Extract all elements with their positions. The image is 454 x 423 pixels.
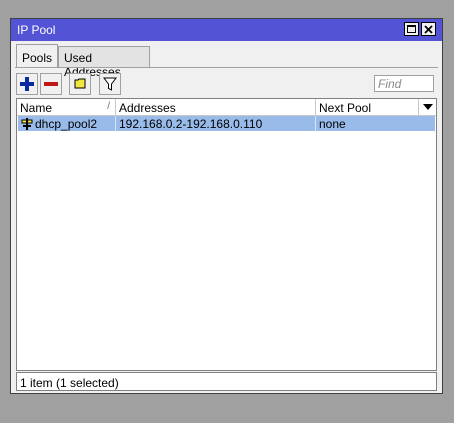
column-name-label: Name (20, 101, 53, 115)
add-button[interactable] (16, 73, 38, 95)
pool-table: Name / Addresses Next Pool dhcp_pool2 19 (16, 98, 437, 371)
close-icon (424, 25, 433, 34)
close-button[interactable] (421, 22, 436, 36)
cell-next-pool: none (319, 117, 346, 131)
column-header-name[interactable]: Name / (17, 99, 116, 115)
title-bar[interactable]: IP Pool (11, 19, 442, 41)
table-header: Name / Addresses Next Pool (17, 99, 436, 116)
triangle-down-icon (423, 104, 433, 110)
filter-icon (103, 77, 117, 91)
maximize-icon (407, 25, 416, 33)
tab-pools[interactable]: Pools (16, 44, 58, 68)
status-bar: 1 item (1 selected) (16, 372, 437, 391)
pool-icon (21, 118, 33, 130)
ip-pool-window: IP Pool Pools Used Addresses Find Name /… (10, 18, 443, 394)
remove-button[interactable] (40, 73, 62, 95)
column-header-next-pool[interactable]: Next Pool (316, 99, 419, 115)
filter-button[interactable] (99, 73, 121, 95)
cell-addresses: 192.168.0.2-192.168.0.110 (116, 116, 316, 131)
tab-strip: Pools Used Addresses (11, 41, 442, 79)
comment-button[interactable] (69, 73, 91, 95)
row-name-text: dhcp_pool2 (35, 117, 98, 131)
toolbar (11, 71, 442, 97)
minus-icon (44, 82, 58, 86)
maximize-button[interactable] (404, 22, 419, 36)
tab-divider (15, 67, 438, 68)
cell-name: dhcp_pool2 (18, 116, 116, 131)
tab-used-addresses[interactable]: Used Addresses (58, 46, 150, 79)
column-menu-button[interactable] (419, 99, 436, 115)
column-header-addresses[interactable]: Addresses (116, 99, 316, 115)
find-input[interactable] (374, 75, 434, 92)
table-row[interactable]: dhcp_pool2 192.168.0.2-192.168.0.110 non… (18, 116, 435, 131)
comment-icon (74, 78, 86, 89)
plus-icon (20, 77, 34, 91)
window-title: IP Pool (17, 23, 56, 37)
sort-indicator-icon: / (107, 101, 110, 112)
